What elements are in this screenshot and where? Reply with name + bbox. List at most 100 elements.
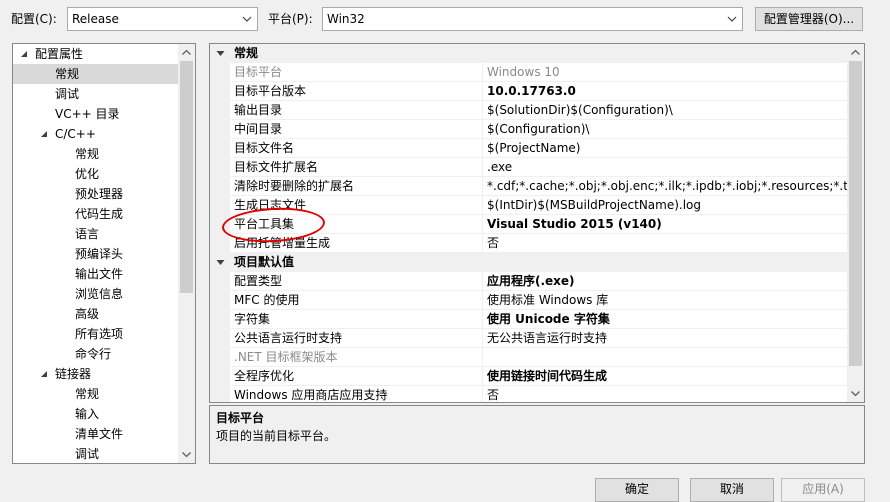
tree-item[interactable]: 浏览信息	[13, 284, 178, 304]
property-value[interactable]: Visual Studio 2015 (v140)	[487, 216, 847, 233]
property-value[interactable]: Windows 10	[487, 64, 847, 81]
property-row[interactable]: 字符集 使用 Unicode 字符集	[210, 310, 847, 329]
property-value[interactable]: 无公共语言运行时支持	[487, 330, 847, 347]
tree-item[interactable]: 语言	[13, 224, 178, 244]
property-tree: 配置属性 常规 调试 VC++ 目录 C/C++ 常规 优化 预处理器 代码生成 语言 预编译头 输出…	[12, 43, 196, 464]
property-value[interactable]: 否	[487, 235, 847, 252]
apply-button[interactable]: 应用(A)	[781, 478, 865, 502]
property-value[interactable]: 应用程序(.exe)	[487, 273, 847, 290]
property-value[interactable]: 使用链接时间代码生成	[487, 368, 847, 385]
property-row[interactable]: MFC 的使用 使用标准 Windows 库	[210, 291, 847, 310]
expand-triangle-icon[interactable]	[40, 130, 48, 138]
tree-scrollbar[interactable]	[178, 44, 195, 463]
tree-item[interactable]: 命令行	[13, 344, 178, 364]
property-value[interactable]: 否	[487, 387, 847, 402]
row-gutter	[210, 63, 230, 81]
property-value[interactable]: 使用 Unicode 字符集	[487, 311, 847, 328]
property-value[interactable]: $(SolutionDir)$(Configuration)\	[487, 102, 847, 119]
tree-item[interactable]: 常规	[13, 384, 178, 404]
tree-item[interactable]: 调试	[13, 444, 178, 463]
config-manager-button[interactable]: 配置管理器(O)...	[755, 7, 863, 31]
property-row[interactable]: .NET 目标框架版本	[210, 348, 847, 367]
scroll-up-icon[interactable]	[178, 44, 195, 61]
description-pane: 目标平台 项目的当前目标平台。	[209, 405, 865, 464]
tree-item[interactable]: 链接器	[13, 364, 178, 384]
property-value[interactable]: 使用标准 Windows 库	[487, 292, 847, 309]
tree-item[interactable]: 配置属性	[13, 44, 178, 64]
tree-item-label: 所有选项	[75, 327, 124, 341]
property-row[interactable]: 输出目录 $(SolutionDir)$(Configuration)\	[210, 101, 847, 120]
tree-item[interactable]: 常规	[13, 144, 178, 164]
property-name: 字符集	[234, 312, 271, 326]
config-value: Release	[72, 12, 119, 26]
tree-item[interactable]: 常规	[13, 64, 178, 84]
property-row[interactable]: 目标文件名 $(ProjectName)	[210, 139, 847, 158]
category-row[interactable]: 常规	[210, 44, 847, 63]
tree-item-label: 浏览信息	[75, 287, 124, 301]
property-value[interactable]: 10.0.17763.0	[487, 83, 847, 100]
property-value[interactable]: .exe	[487, 159, 847, 176]
property-row[interactable]: 配置类型 应用程序(.exe)	[210, 272, 847, 291]
row-gutter	[210, 291, 230, 309]
tree-item[interactable]: 优化	[13, 164, 178, 184]
property-row[interactable]: 启用托管增量生成否	[210, 234, 847, 253]
collapse-triangle-icon[interactable]	[216, 259, 225, 266]
tree-item-label: 命令行	[75, 347, 112, 361]
tree-item[interactable]: C/C++	[13, 124, 178, 144]
tree-item-label: 预编译头	[75, 247, 124, 261]
tree-item[interactable]: 输出文件	[13, 264, 178, 284]
scroll-down-icon[interactable]	[847, 385, 864, 402]
tree-item[interactable]: 预编译头	[13, 244, 178, 264]
tree-item[interactable]: VC++ 目录	[13, 104, 178, 124]
property-name: 清除时要删除的扩展名	[234, 179, 355, 193]
property-value[interactable]: *.cdf;*.cache;*.obj;*.obj.enc;*.ilk;*.ip…	[487, 178, 847, 195]
tree-item[interactable]: 输入	[13, 404, 178, 424]
property-row[interactable]: 中间目录 $(Configuration)\	[210, 120, 847, 139]
row-gutter	[210, 82, 230, 100]
collapse-triangle-icon[interactable]	[216, 50, 225, 57]
property-row[interactable]: 目标文件扩展名 .exe	[210, 158, 847, 177]
property-row[interactable]: 目标平台版本 10.0.17763.0	[210, 82, 847, 101]
tree-item[interactable]: 所有选项	[13, 324, 178, 344]
cancel-button[interactable]: 取消	[690, 478, 774, 502]
property-row[interactable]: 公共语言运行时支持 无公共语言运行时支持	[210, 329, 847, 348]
row-gutter	[210, 139, 230, 157]
property-name: MFC 的使用	[234, 293, 300, 307]
chevron-down-icon	[242, 16, 252, 22]
property-row[interactable]: 全程序优化 使用链接时间代码生成	[210, 367, 847, 386]
expand-triangle-icon[interactable]	[40, 370, 48, 378]
property-value[interactable]: $(IntDir)$(MSBuildProjectName).log	[487, 197, 847, 214]
property-row[interactable]: Windows 应用商店应用支持 否	[210, 386, 847, 402]
property-value[interactable]: $(Configuration)\	[487, 121, 847, 138]
platform-dropdown[interactable]: Win32	[322, 7, 743, 31]
tree-item[interactable]: 清单文件	[13, 424, 178, 444]
category-row[interactable]: 项目默认值	[210, 253, 847, 272]
grid-scrollbar[interactable]	[847, 44, 864, 402]
expand-triangle-icon[interactable]	[20, 50, 28, 58]
tree-item-label: 清单文件	[75, 427, 124, 441]
grid-scroll-thumb[interactable]	[849, 61, 862, 366]
tree-item[interactable]: 预处理器	[13, 184, 178, 204]
tree-item[interactable]: 调试	[13, 84, 178, 104]
row-gutter	[210, 386, 230, 402]
property-name: 目标平台版本	[234, 84, 307, 98]
chevron-down-icon	[727, 16, 737, 22]
tree-item-label: 配置属性	[35, 47, 84, 61]
ok-button[interactable]: 确定	[595, 478, 679, 502]
scroll-down-icon[interactable]	[178, 446, 195, 463]
config-dropdown[interactable]: Release	[67, 7, 258, 31]
property-name: 目标文件扩展名	[234, 160, 319, 174]
property-value[interactable]: $(ProjectName)	[487, 140, 847, 157]
property-name: 目标文件名	[234, 141, 295, 155]
tree-item[interactable]: 高级	[13, 304, 178, 324]
description-text: 项目的当前目标平台。	[216, 429, 337, 443]
property-row[interactable]: 目标平台 Windows 10	[210, 63, 847, 82]
property-row[interactable]: 清除时要删除的扩展名 *.cdf;*.cache;*.obj;*.obj.enc;…	[210, 177, 847, 196]
tree-item[interactable]: 代码生成	[13, 204, 178, 224]
tree-item-label: 语言	[75, 227, 100, 241]
tree-item-label: 调试	[55, 87, 80, 101]
scroll-up-icon[interactable]	[847, 44, 864, 61]
tree-item-label: 预处理器	[75, 187, 124, 201]
tree-scroll-thumb[interactable]	[180, 61, 193, 293]
row-gutter	[210, 101, 230, 119]
